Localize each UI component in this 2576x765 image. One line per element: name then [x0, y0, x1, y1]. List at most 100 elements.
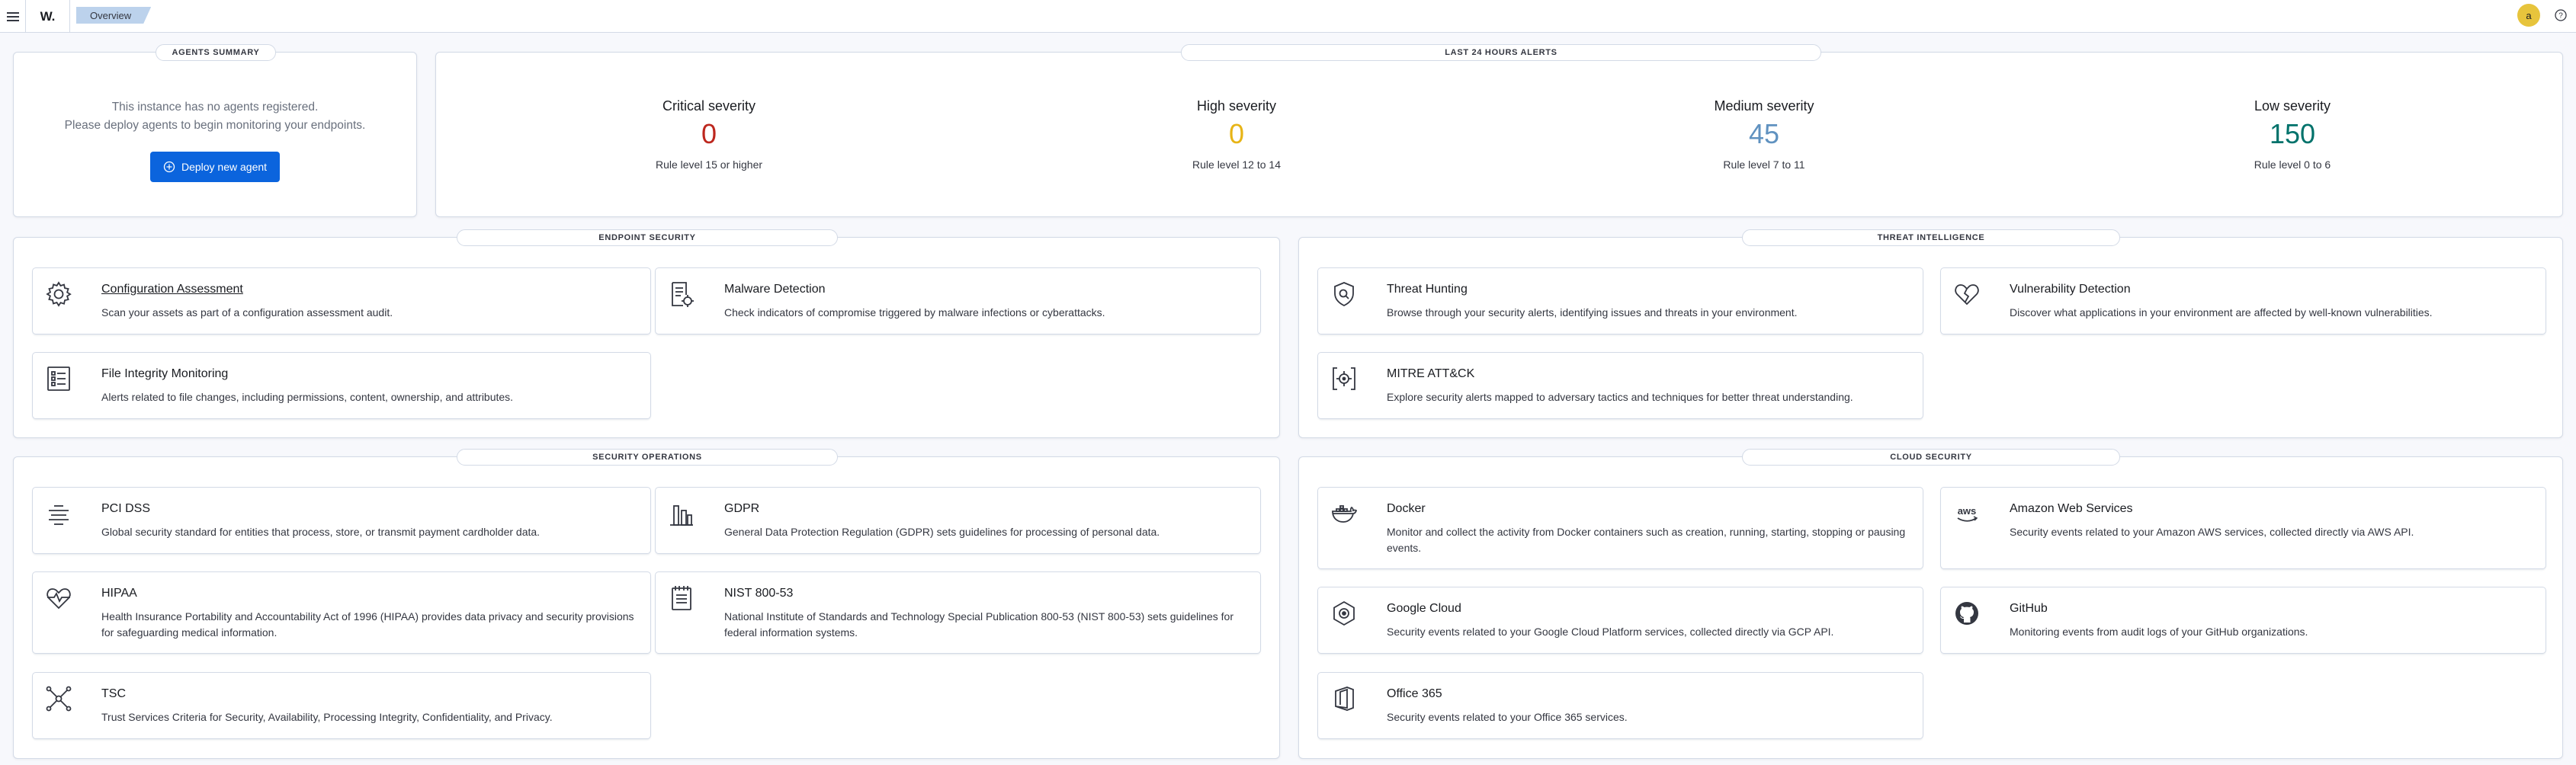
configuration-assessment-card[interactable]: Configuration Assessment Scan your asset… — [32, 267, 651, 334]
gdpr-title: GDPR — [724, 502, 760, 515]
help-button[interactable]: ? — [2552, 7, 2569, 24]
list-document-icon — [45, 365, 72, 392]
pci-lines-icon — [45, 500, 72, 527]
critical-severity-rule: Rule level 15 or higher — [655, 158, 763, 171]
building-icon — [668, 500, 695, 527]
deploy-new-agent-label: Deploy new agent — [181, 161, 268, 173]
medium-severity-label: Medium severity — [1714, 98, 1814, 114]
broken-heart-icon — [1953, 280, 1981, 308]
nist-800-53-desc: National Institute of Standards and Tech… — [724, 610, 1234, 639]
mitre-attack-card[interactable]: MITRE ATT&CK Explore security alerts map… — [1317, 352, 1923, 419]
gdpr-card[interactable]: GDPR General Data Protection Regulation … — [655, 487, 1261, 554]
security-operations-title: SECURITY OPERATIONS — [457, 449, 838, 466]
pci-dss-title: PCI DSS — [101, 502, 151, 515]
menu-button[interactable] — [0, 0, 26, 33]
low-severity-value: 150 — [2269, 118, 2316, 149]
mitre-attack-desc: Explore security alerts mapped to advers… — [1387, 391, 1853, 403]
critical-severity-value: 0 — [701, 118, 717, 149]
low-severity-rule: Rule level 0 to 6 — [2254, 158, 2331, 171]
vulnerability-detection-desc: Discover what applications in your envir… — [2010, 306, 2433, 318]
critical-severity-stat[interactable]: Critical severity 0 Rule level 15 or hig… — [595, 98, 823, 171]
office-365-title: Office 365 — [1387, 687, 1442, 700]
gdpr-desc: General Data Protection Regulation (GDPR… — [724, 526, 1160, 538]
help-icon: ? — [2555, 9, 2567, 21]
threat-intelligence-title: THREAT INTELLIGENCE — [1742, 229, 2120, 246]
pci-dss-desc: Global security standard for entities th… — [101, 526, 541, 538]
high-severity-value: 0 — [1228, 118, 1245, 149]
network-nodes-icon — [45, 685, 72, 712]
office-icon — [1330, 685, 1358, 712]
hipaa-title: HIPAA — [101, 587, 137, 600]
google-cloud-title: Google Cloud — [1387, 602, 1461, 615]
svg-text:aws: aws — [1958, 505, 1977, 517]
configuration-assessment-title[interactable]: Configuration Assessment — [101, 283, 243, 296]
alerts-title: LAST 24 HOURS ALERTS — [1181, 44, 1821, 61]
file-integrity-monitoring-card[interactable]: File Integrity Monitoring Alerts related… — [32, 352, 651, 419]
agents-summary-title: AGENTS SUMMARY — [156, 44, 276, 61]
malware-detection-desc: Check indicators of compromise triggered… — [724, 306, 1105, 318]
amazon-web-services-title: Amazon Web Services — [2010, 502, 2133, 515]
critical-severity-label: Critical severity — [662, 98, 756, 114]
threat-hunting-title: Threat Hunting — [1387, 283, 1468, 296]
no-agents-line1: This instance has no agents registered. — [111, 101, 319, 114]
tsc-title: TSC — [101, 687, 126, 700]
amazon-web-services-card[interactable]: aws Amazon Web Services Security events … — [1940, 487, 2546, 569]
malware-detection-card[interactable]: Malware Detection Check indicators of co… — [655, 267, 1261, 334]
pci-dss-card[interactable]: PCI DSS Global security standard for ent… — [32, 487, 651, 554]
github-title: GitHub — [2010, 602, 2048, 615]
app-logo[interactable]: W. — [26, 0, 70, 33]
brackets-target-icon — [1330, 365, 1358, 392]
malware-detection-title: Malware Detection — [724, 283, 826, 296]
shield-search-icon — [1330, 280, 1358, 308]
alerts-panel: LAST 24 HOURS ALERTS Critical severity 0… — [435, 44, 2563, 217]
no-agents-line2: Please deploy agents to begin monitoring… — [64, 119, 366, 132]
hipaa-card[interactable]: HIPAA Health Insurance Portability and A… — [32, 571, 651, 654]
plus-circle-icon — [163, 161, 175, 173]
docker-icon — [1330, 500, 1358, 527]
office-365-card[interactable]: Office 365 Security events related to yo… — [1317, 672, 1923, 739]
tsc-card[interactable]: TSC Trust Services Criteria for Security… — [32, 672, 651, 739]
threat-hunting-card[interactable]: Threat Hunting Browse through your secur… — [1317, 267, 1923, 334]
deploy-new-agent-button[interactable]: Deploy new agent — [150, 152, 280, 182]
user-avatar[interactable]: a — [2517, 4, 2540, 27]
malware-document-icon — [668, 280, 695, 308]
nist-800-53-card[interactable]: NIST 800-53 National Institute of Standa… — [655, 571, 1261, 654]
google-cloud-card[interactable]: Google Cloud Security events related to … — [1317, 587, 1923, 654]
high-severity-label: High severity — [1196, 98, 1277, 114]
gear-icon — [45, 280, 72, 308]
nist-800-53-title: NIST 800-53 — [724, 587, 794, 600]
configuration-assessment-desc: Scan your assets as part of a configurat… — [101, 306, 393, 318]
github-card[interactable]: GitHub Monitoring events from audit logs… — [1940, 587, 2546, 654]
low-severity-stat[interactable]: Low severity 150 Rule level 0 to 6 — [2178, 98, 2407, 171]
breadcrumb-overview[interactable]: Overview — [76, 7, 151, 24]
google-cloud-desc: Security events related to your Google C… — [1387, 626, 1834, 638]
svg-text:?: ? — [2558, 12, 2563, 21]
endpoint-security-title: ENDPOINT SECURITY — [457, 229, 838, 246]
tsc-desc: Trust Services Criteria for Security, Av… — [101, 711, 553, 723]
amazon-web-services-desc: Security events related to your Amazon A… — [2010, 526, 2414, 538]
no-agents-message: This instance has no agents registered. … — [14, 98, 416, 135]
cloud-security-panel: CLOUD SECURITY Docker Monitor and collec… — [1298, 449, 2563, 759]
medium-severity-value: 45 — [1748, 118, 1780, 149]
vulnerability-detection-title: Vulnerability Detection — [2010, 283, 2131, 296]
heart-pulse-icon — [45, 584, 72, 612]
security-operations-panel: SECURITY OPERATIONS PCI DSS Global secur… — [13, 449, 1280, 759]
cloud-security-title: CLOUD SECURITY — [1742, 449, 2120, 466]
hipaa-desc: Health Insurance Portability and Account… — [101, 610, 634, 639]
medium-severity-stat[interactable]: Medium severity 45 Rule level 7 to 11 — [1650, 98, 1878, 171]
aws-icon: aws — [1953, 500, 1981, 527]
github-icon — [1953, 600, 1981, 627]
vulnerability-detection-card[interactable]: Vulnerability Detection Discover what ap… — [1940, 267, 2546, 334]
office-365-desc: Security events related to your Office 3… — [1387, 711, 1628, 723]
mitre-attack-title: MITRE ATT&CK — [1387, 367, 1475, 380]
notebook-icon — [668, 584, 695, 612]
docker-card[interactable]: Docker Monitor and collect the activity … — [1317, 487, 1923, 569]
high-severity-stat[interactable]: High severity 0 Rule level 12 to 14 — [1122, 98, 1351, 171]
threat-intelligence-panel: THREAT INTELLIGENCE Threat Hunting Brows… — [1298, 229, 2563, 438]
top-header: W. Overview a ? — [0, 0, 2576, 33]
github-desc: Monitoring events from audit logs of you… — [2010, 626, 2308, 638]
docker-title: Docker — [1387, 502, 1426, 515]
google-cloud-icon — [1330, 600, 1358, 627]
high-severity-rule: Rule level 12 to 14 — [1192, 158, 1281, 171]
endpoint-security-panel: ENDPOINT SECURITY Configuration Assessme… — [13, 229, 1280, 438]
